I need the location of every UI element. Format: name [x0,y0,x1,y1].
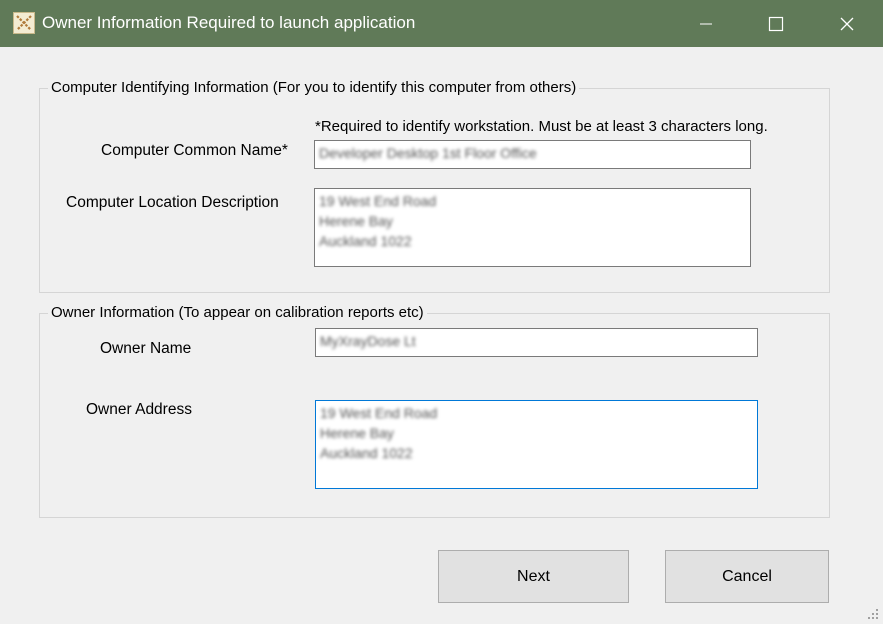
owner-name-label: Owner Name [100,340,192,357]
common-name-input[interactable]: Developer Desktop 1st Floor Office [314,140,751,169]
cancel-button[interactable]: Cancel [665,550,829,603]
close-button[interactable] [811,0,883,47]
computer-group-legend: Computer Identifying Information (For yo… [48,79,580,96]
dialog-client-area: Computer Identifying Information (For yo… [1,47,882,623]
location-textarea[interactable]: 19 West End Road Herene Bay Auckland 102… [314,188,751,267]
owner-group-legend: Owner Information (To appear on calibrat… [48,304,427,321]
location-label: Computer Location Description [66,194,279,211]
close-icon [840,17,854,30]
owner-address-textarea[interactable]: 19 West End Road Herene Bay Auckland 102… [315,400,758,489]
maximize-icon [768,16,784,31]
owner-address-label: Owner Address [86,401,192,418]
title-bar[interactable]: Owner Information Required to launch app… [0,0,883,47]
maximize-button[interactable] [740,0,812,47]
minimize-button[interactable] [670,0,742,47]
required-note: *Required to identify workstation. Must … [315,118,768,135]
owner-name-input[interactable]: MyXrayDose Lt [315,328,758,357]
app-icon [13,12,35,34]
window-title: Owner Information Required to launch app… [42,13,416,32]
resize-grip-icon[interactable] [867,608,879,620]
next-button[interactable]: Next [438,550,629,603]
minimize-icon [700,23,712,24]
common-name-label: Computer Common Name* [101,142,288,159]
